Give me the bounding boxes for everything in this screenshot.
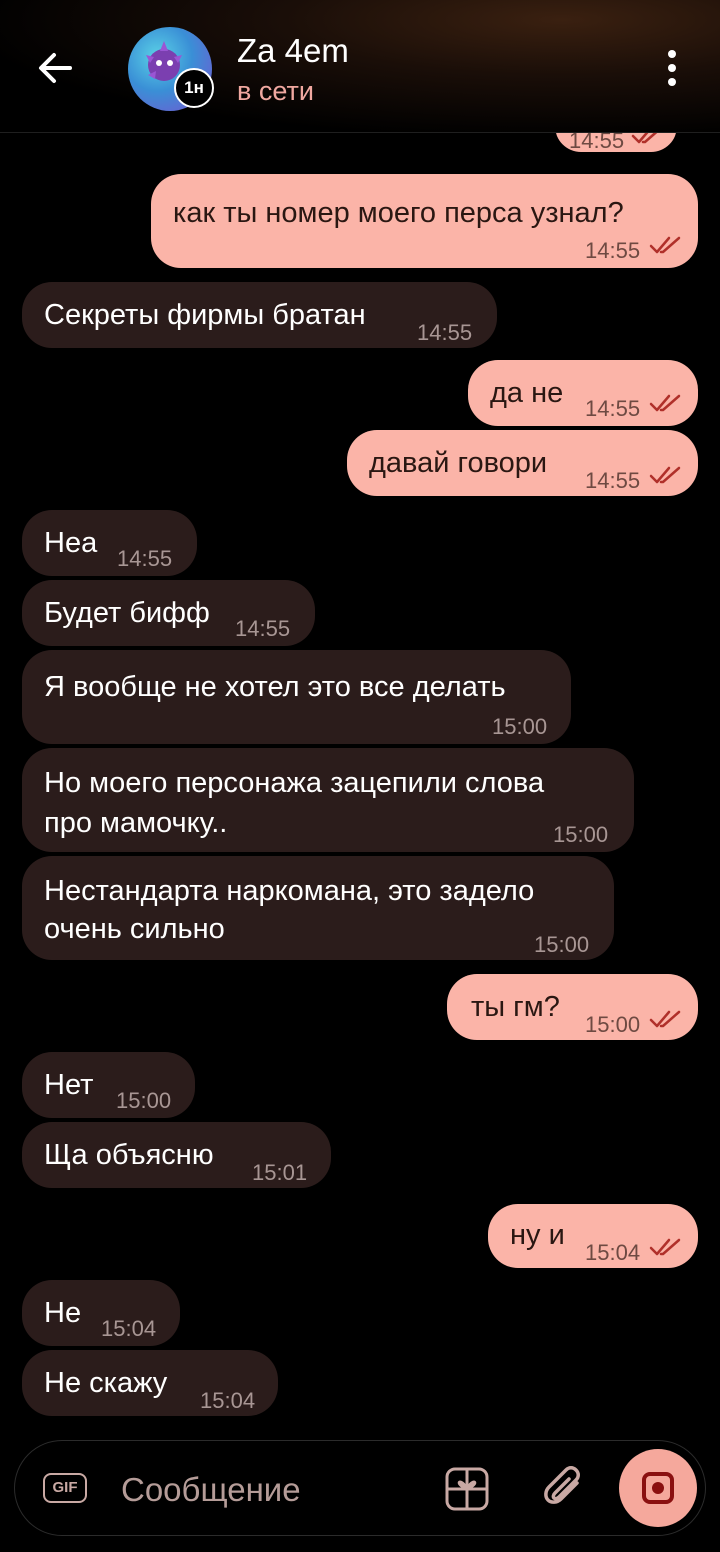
contact-name[interactable]: Za 4em: [237, 32, 349, 70]
contact-status: в сети: [237, 76, 314, 106]
incoming-message[interactable]: Я вообще не хотел это все делать 15:00: [22, 650, 571, 744]
message-time: 14:55: [585, 468, 641, 493]
message-text: Не скажу: [44, 1367, 168, 1399]
paperclip-icon[interactable]: [539, 1463, 589, 1513]
message-text: ну и: [510, 1219, 565, 1251]
message-text: ты гм?: [471, 991, 560, 1023]
outgoing-message[interactable]: ну и 15:04: [488, 1204, 698, 1268]
message-text: Не: [44, 1297, 82, 1329]
message-time: 14:55: [235, 616, 291, 641]
story-badge[interactable]: 1н: [174, 68, 214, 108]
message-text: да не: [490, 377, 564, 409]
message-time: 15:00: [116, 1088, 172, 1113]
message-time: 14:55: [417, 320, 473, 345]
message-composer: GIF: [14, 1440, 706, 1536]
message-text: давай говори: [369, 447, 548, 479]
message-time: 15:00: [534, 932, 590, 957]
message-time: 15:01: [252, 1160, 308, 1185]
double-check-icon: [649, 394, 681, 412]
message-time: 15:04: [200, 1388, 256, 1413]
message-text: Неа: [44, 527, 98, 559]
message-time: 14:55: [585, 396, 641, 421]
message-text-line2: очень сильно: [44, 913, 225, 945]
message-text: Секреты фирмы братан: [44, 299, 366, 331]
incoming-message[interactable]: Будет бифф 14:55: [22, 580, 315, 646]
incoming-message[interactable]: Нестандарта наркомана, это задело очень с…: [22, 856, 614, 960]
incoming-message[interactable]: Нет 15:00: [22, 1052, 195, 1118]
message-text: как ты номер моего перса узнал?: [173, 197, 624, 229]
outgoing-message[interactable]: ты гм? 15:00: [447, 974, 698, 1040]
record-icon: [642, 1472, 674, 1504]
message-time: 15:04: [101, 1316, 157, 1341]
back-button[interactable]: [30, 42, 82, 94]
double-check-icon: [649, 236, 681, 254]
incoming-message[interactable]: Не 15:04: [22, 1280, 180, 1346]
menu-dots-icon[interactable]: [658, 46, 686, 90]
gift-icon[interactable]: [443, 1465, 491, 1513]
message-input[interactable]: [119, 1463, 423, 1517]
incoming-message[interactable]: Неа 14:55: [22, 510, 197, 576]
message-time: 15:04: [585, 1240, 641, 1265]
message-time: 15:00: [585, 1012, 641, 1037]
message-text: Я вообще не хотел это все делать: [44, 671, 506, 703]
incoming-message[interactable]: Ща объясню 15:01: [22, 1122, 331, 1188]
message-time: 15:00: [492, 714, 548, 739]
double-check-icon: [649, 1238, 681, 1256]
outgoing-message[interactable]: как ты номер моего перса узнал? 14:55: [151, 174, 698, 268]
double-check-icon: [649, 466, 681, 484]
message-text: Но моего персонажа зацепили слова: [44, 767, 545, 799]
message-text-line2: про мамочку..: [44, 807, 228, 839]
outgoing-message[interactable]: давай говори 14:55: [347, 430, 698, 496]
message-text: Будет бифф: [44, 597, 210, 629]
chat-header: 1н Za 4em в сети: [0, 0, 720, 133]
message-text: Нет: [44, 1069, 94, 1101]
back-arrow-icon: [39, 53, 72, 83]
message-text: Нестандарта наркомана, это задело: [44, 875, 535, 907]
incoming-message[interactable]: Секреты фирмы братан 14:55: [22, 282, 497, 348]
message-text: Ща объясню: [44, 1139, 214, 1171]
message-time: 14:55: [585, 238, 641, 263]
double-check-icon: [649, 1010, 681, 1028]
incoming-message[interactable]: Но моего персонажа зацепили слова про мам…: [22, 748, 634, 852]
message-time: 15:00: [553, 822, 609, 847]
incoming-message[interactable]: Не скажу 15:04: [22, 1350, 278, 1416]
record-button[interactable]: [619, 1449, 697, 1527]
message-time: 14:55: [117, 546, 173, 571]
gif-icon[interactable]: GIF: [43, 1473, 87, 1503]
outgoing-message[interactable]: да не 14:55: [468, 360, 698, 426]
